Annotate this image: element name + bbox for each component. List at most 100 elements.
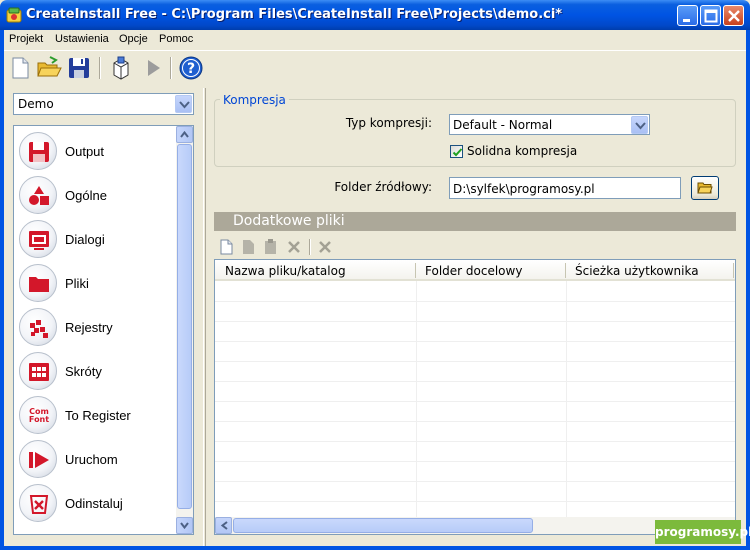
title-bar[interactable]: CreateInstall Free - C:\Program Files\Cr… [0,0,750,30]
grid-line [215,401,735,402]
chevron-down-icon[interactable] [175,95,192,113]
scroll-thumb[interactable] [177,144,192,509]
menu-projekt[interactable]: Projekt [9,33,43,45]
menu-opcje[interactable]: Opcje [119,33,148,45]
paste-file-icon[interactable] [262,238,280,256]
column-header-user-path[interactable]: Ścieżka użytkownika [575,264,699,278]
svg-text:?: ? [187,61,195,77]
delete-icon[interactable] [285,238,303,256]
nav-item-dialogi[interactable]: Dialogi [19,220,174,260]
app-icon[interactable] [6,7,22,23]
toolbar-separator [99,57,101,79]
add-file-icon[interactable] [218,238,236,256]
toolbar-separator [170,57,172,79]
window-title: CreateInstall Free - C:\Program Files\Cr… [26,7,563,22]
nav-item-label: Rejestry [65,320,113,335]
svg-text:Font: Font [29,415,49,424]
save-icon[interactable] [66,55,92,81]
window-frame-left [0,30,4,550]
column-divider[interactable] [733,263,734,278]
shapes-icon [19,176,57,214]
solid-compression-checkbox[interactable] [450,145,463,158]
nav-item-output[interactable]: Output [19,132,174,172]
additional-files-title: Dodatkowe pliki [233,213,345,229]
grid-line [215,321,735,322]
browse-folder-button[interactable] [691,176,719,200]
minimize-button[interactable] [677,5,698,26]
grid-line [566,281,567,517]
open-folder-icon[interactable] [36,55,62,81]
compression-type-label: Typ kompresji: [345,116,432,130]
window-frame-bottom [0,546,750,550]
registry-icon [19,308,57,346]
grid-line [215,361,735,362]
additional-files-header: Dodatkowe pliki [214,212,736,231]
compression-type-value: Default - Normal [453,118,553,132]
project-select-value: Demo [18,97,54,111]
nav-item-label: Output [65,144,105,159]
folder-icon [19,264,57,302]
source-folder-value: D:\sylfek\programosy.pl [453,182,595,196]
menu-ustawienia[interactable]: Ustawienia [55,33,109,45]
help-icon[interactable]: ? [178,55,204,81]
grid-line [215,501,735,502]
nav-item-label: Ogólne [65,188,107,203]
project-select[interactable]: Demo [13,93,194,115]
column-header-destination[interactable]: Folder docelowy [425,264,522,278]
nav-item-odinstaluj[interactable]: Odinstaluj [19,484,174,524]
nav-item-label: To Register [65,408,131,423]
scroll-down-icon[interactable] [176,517,193,534]
nav-item-uruchom[interactable]: Uruchom [19,440,174,480]
source-folder-input[interactable]: D:\sylfek\programosy.pl [449,177,681,199]
uninstall-icon [19,484,57,522]
clear-all-icon[interactable] [316,238,334,256]
panel-splitter[interactable] [203,88,206,546]
column-divider[interactable] [415,263,416,278]
nav-item-label: Odinstaluj [65,496,123,511]
window-frame-right [746,30,750,550]
grid-line [215,301,735,302]
section-nav-list: Output Ogólne Dialogi Pliki Rejestry Skr… [13,125,194,535]
nav-item-rejestry[interactable]: Rejestry [19,308,174,348]
grid-line [215,381,735,382]
dialog-window-icon [19,220,57,258]
grid-line [416,281,417,517]
close-button[interactable] [723,5,744,26]
grid-line [215,481,735,482]
new-file-icon[interactable] [8,55,34,81]
grid-line [215,341,735,342]
nav-item-label: Pliki [65,276,89,291]
list-header: Nazwa pliku/katalog Folder docelowy Ście… [215,260,735,281]
column-divider[interactable] [565,263,566,278]
nav-item-skroty[interactable]: Skróty [19,352,174,392]
additional-files-list[interactable]: Nazwa pliku/katalog Folder docelowy Ście… [214,259,736,535]
shortcut-grid-icon [19,352,57,390]
save-disk-icon [19,132,57,170]
nav-item-to-register[interactable]: Com Font To Register [19,396,174,436]
menu-pomoc[interactable]: Pomoc [159,33,193,45]
compression-group-label: Kompresja [220,93,289,107]
scroll-thumb[interactable] [233,518,533,533]
copy-file-icon[interactable] [240,238,258,256]
compression-type-select[interactable]: Default - Normal [449,114,650,135]
build-icon[interactable] [108,55,134,81]
scroll-left-icon[interactable] [215,517,232,534]
menu-bar: Projekt Ustawienia Opcje Pomoc [4,30,746,49]
toolbar: ? [4,50,746,84]
grid-line [215,441,735,442]
nav-scrollbar[interactable] [176,126,193,534]
nav-item-ogolne[interactable]: Ogólne [19,176,174,216]
grid-line [215,461,735,462]
scroll-up-icon[interactable] [176,126,193,143]
nav-item-label: Skróty [65,364,102,379]
run-icon[interactable] [140,55,166,81]
chevron-down-icon[interactable] [631,116,648,134]
maximize-button[interactable] [700,5,721,26]
column-header-name[interactable]: Nazwa pliku/katalog [225,264,346,278]
watermark-logo: programosy.pl [655,520,750,544]
source-folder-label: Folder źródłowy: [334,180,432,194]
nav-item-pliki[interactable]: Pliki [19,264,174,304]
grid-line [215,421,735,422]
nav-item-label: Uruchom [65,452,118,467]
solid-compression-label[interactable]: Solidna kompresja [467,144,577,158]
